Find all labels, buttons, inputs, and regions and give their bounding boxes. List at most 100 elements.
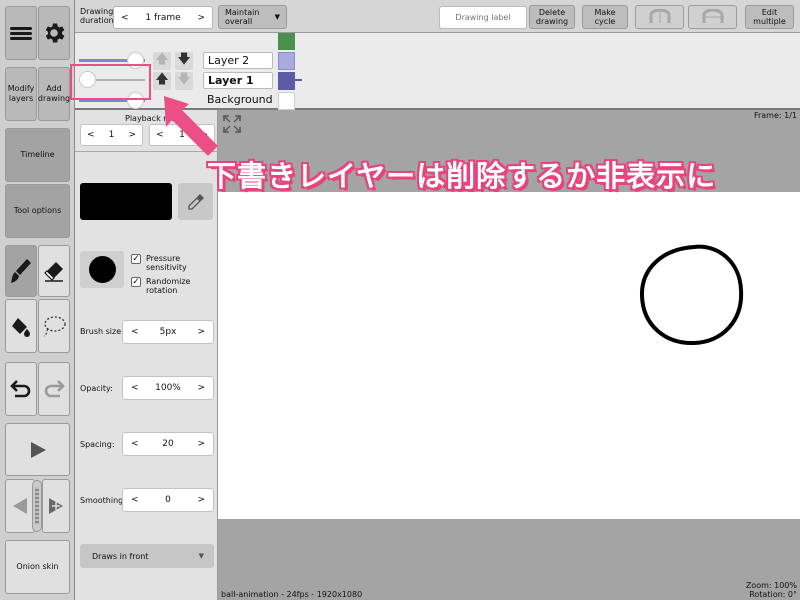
rotation-level: Rotation: 0° — [749, 590, 797, 599]
playback-start-next[interactable]: > — [128, 130, 136, 140]
draws-in-front-label: Draws in front — [92, 551, 149, 561]
menu-button[interactable] — [5, 6, 37, 60]
eyedropper-icon — [187, 193, 204, 210]
opacity-value: 100% — [155, 383, 181, 393]
annotation-highlight-box — [70, 64, 151, 100]
maintain-overall-label: Maintain overall — [225, 8, 260, 26]
playback-start-prev[interactable]: < — [87, 130, 95, 140]
spacing-stepper[interactable]: < 20 > — [122, 432, 214, 456]
opacity-label: Opacity: — [80, 384, 113, 393]
modify-layers-label: Modify layers — [7, 84, 35, 103]
settings-button[interactable] — [38, 6, 70, 60]
layer-1-frame-cell[interactable] — [278, 52, 295, 70]
pressure-sensitivity-checkbox[interactable]: ✓ — [131, 254, 141, 264]
smoothing-stepper[interactable]: < 0 > — [122, 488, 214, 512]
flip-horizontal-button[interactable] — [635, 5, 684, 29]
checkmark-icon: ✓ — [132, 277, 140, 287]
edit-multiple-button[interactable]: Edit multiple — [745, 5, 794, 29]
add-drawing-label: Add drawing — [37, 84, 71, 103]
undo-button[interactable] — [5, 362, 37, 416]
spacing-increase[interactable]: > — [197, 439, 205, 449]
play-icon — [30, 441, 46, 458]
maintain-overall-dropdown[interactable]: Maintain overall ▼ — [218, 5, 287, 29]
color-swatch[interactable] — [80, 183, 172, 220]
fullscreen-icon[interactable] — [222, 114, 242, 134]
opacity-increase[interactable]: > — [197, 383, 205, 393]
drawing-canvas[interactable] — [218, 192, 800, 519]
delete-drawing-label: Delete drawing — [535, 8, 569, 26]
smoothing-label: Smoothing: — [80, 496, 126, 505]
next-frame-icon — [49, 498, 63, 514]
undo-icon — [10, 380, 31, 398]
previous-frame-button[interactable] — [5, 479, 35, 533]
layer-name-layer-1[interactable]: Layer 1 — [203, 72, 273, 89]
smoothing-decrease[interactable]: < — [131, 495, 139, 505]
opacity-stepper[interactable]: < 100% > — [122, 376, 214, 400]
layer-1-move-up-button[interactable]: 🡅 — [153, 72, 171, 90]
flip-horizontal-icon — [649, 9, 670, 23]
pressure-sensitivity-label: Pressure sensitivity — [146, 254, 187, 272]
annotation-callout-text: 下書きレイヤーは削除するか非表示に — [207, 159, 717, 193]
duration-next-button[interactable]: > — [197, 13, 205, 23]
eraser-tool-button[interactable] — [38, 245, 70, 297]
paint-bucket-icon — [12, 318, 30, 337]
drawing-label-input[interactable] — [439, 6, 527, 29]
tool-options-panel: Playback range < 1 > < 1 > ✓ Pressure se… — [75, 110, 218, 600]
project-info: ball-animation - 24fps - 1920x1080 — [221, 590, 363, 599]
redo-button[interactable] — [38, 362, 70, 416]
brush-size-label: Brush size: — [80, 327, 124, 336]
make-cycle-label: Make cycle — [594, 8, 616, 26]
layer-2-frame-cell[interactable] — [278, 33, 295, 50]
brush-tip-preview-icon — [88, 256, 116, 283]
lasso-icon — [43, 316, 66, 337]
frame-duration-stepper[interactable]: < 1 frame > — [113, 6, 213, 29]
brush-tool-button[interactable] — [5, 245, 37, 297]
modify-layers-button[interactable]: Modify layers — [5, 67, 37, 121]
onion-skin-label: Onion skin — [16, 562, 59, 571]
tool-options-button[interactable]: Tool options — [5, 184, 70, 238]
layer-2-move-down-button[interactable]: 🡇 — [175, 52, 193, 70]
flip-vertical-button[interactable] — [688, 5, 737, 29]
draws-in-front-dropdown[interactable]: Draws in front ▼ — [80, 544, 214, 568]
arrow-down-icon: 🡇 — [177, 52, 191, 67]
play-button[interactable] — [5, 423, 70, 476]
frame-indicator: Frame: 1/1 — [753, 111, 797, 120]
layer-name-layer-2[interactable]: Layer 2 — [203, 52, 273, 69]
fill-tool-button[interactable] — [5, 299, 37, 353]
lasso-tool-button[interactable] — [38, 299, 70, 353]
chevron-down-icon: ▼ — [274, 12, 280, 21]
next-frame-button[interactable] — [42, 479, 70, 533]
smoothing-value: 0 — [165, 495, 171, 505]
timeline-button[interactable]: Timeline — [5, 128, 70, 182]
current-frame-cell[interactable] — [278, 72, 295, 90]
tool-options-label: Tool options — [13, 206, 62, 215]
background-frame-cell[interactable] — [278, 92, 295, 110]
frame-scrub-handle[interactable] — [32, 480, 42, 532]
flip-vertical-icon — [701, 9, 724, 23]
gear-icon — [45, 23, 65, 43]
layer-1-move-down-button[interactable]: 🡇 — [175, 72, 193, 90]
duration-value: 1 frame — [145, 12, 181, 23]
duration-prev-button[interactable]: < — [121, 13, 129, 23]
previous-frame-icon — [13, 498, 27, 514]
spacing-value: 20 — [162, 439, 174, 449]
layer-2-move-up-button[interactable]: 🡅 — [153, 52, 171, 70]
arrow-up-icon: 🡅 — [155, 52, 169, 67]
make-cycle-button[interactable]: Make cycle — [582, 5, 628, 29]
ball-drawing — [639, 244, 744, 346]
add-drawing-button[interactable]: Add drawing — [38, 67, 70, 121]
brush-size-stepper[interactable]: < 5px > — [122, 320, 214, 344]
randomize-rotation-checkbox[interactable]: ✓ — [131, 277, 141, 287]
brush-preview — [80, 251, 124, 288]
onion-skin-button[interactable]: Onion skin — [5, 540, 70, 594]
brush-size-decrease[interactable]: < — [131, 327, 139, 337]
playback-start-stepper[interactable]: < 1 > — [80, 124, 143, 146]
delete-drawing-button[interactable]: Delete drawing — [529, 5, 575, 29]
brush-size-increase[interactable]: > — [197, 327, 205, 337]
brush-icon — [11, 259, 31, 283]
spacing-decrease[interactable]: < — [131, 439, 139, 449]
opacity-decrease[interactable]: < — [131, 383, 139, 393]
zoom-level: Zoom: 100% — [745, 581, 797, 590]
smoothing-increase[interactable]: > — [197, 495, 205, 505]
playhead-marker[interactable] — [294, 79, 302, 81]
